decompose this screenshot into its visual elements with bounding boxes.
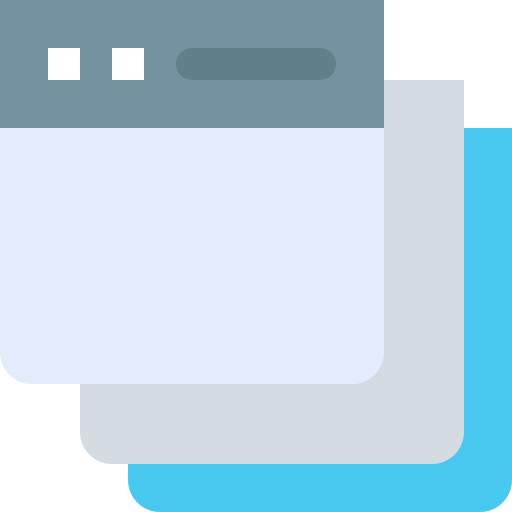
address-bar bbox=[176, 48, 336, 80]
window-titlebar bbox=[0, 0, 384, 128]
front-window bbox=[0, 0, 384, 384]
window-button-square bbox=[48, 48, 80, 80]
multiple-windows-icon bbox=[0, 0, 512, 512]
window-button-square bbox=[112, 48, 144, 80]
window-content-area bbox=[0, 128, 384, 384]
